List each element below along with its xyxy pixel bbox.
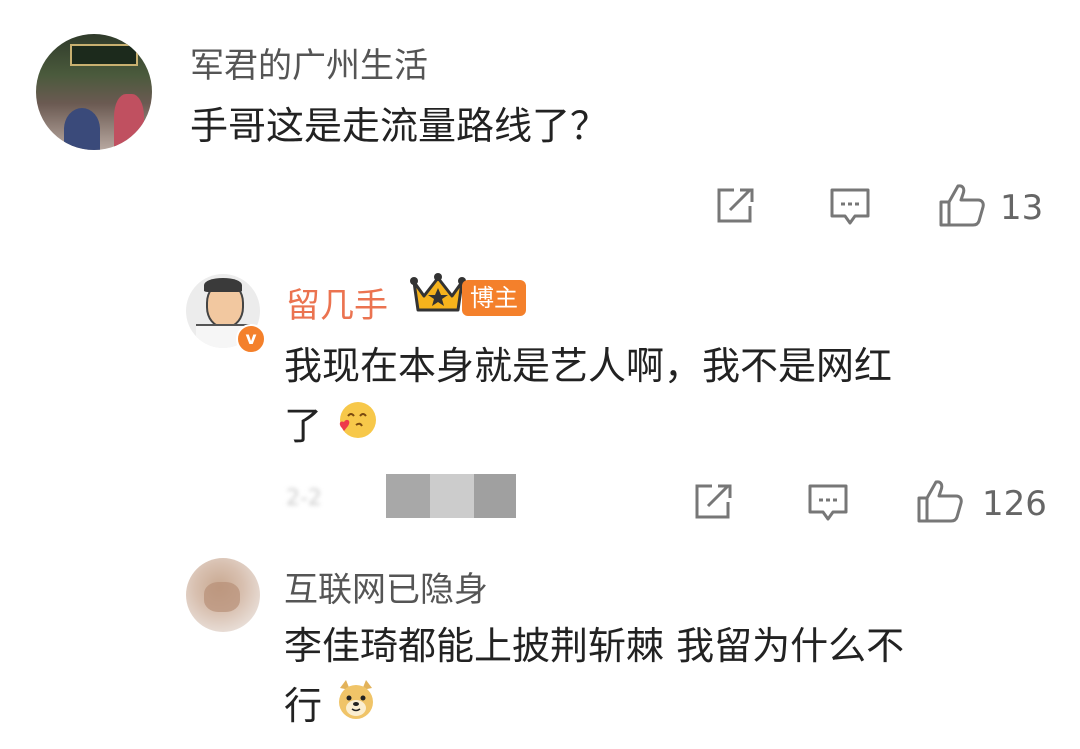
mosaic-block: [386, 474, 430, 518]
share-icon[interactable]: [692, 482, 734, 522]
mosaic-block: [474, 474, 516, 518]
comment-text: 我现在本身就是艺人啊，我不是网红: [284, 344, 893, 388]
avatar-person: [114, 94, 144, 150]
mosaic-block: [430, 474, 474, 518]
comment-username[interactable]: 军君的广州生活: [190, 38, 428, 87]
blogger-badge: 博主: [462, 280, 526, 316]
crown-icon: [410, 272, 466, 314]
comment-text: 李佳琦都能上披荆斩棘 我留为什么不: [284, 624, 905, 668]
comment-icon[interactable]: [828, 186, 872, 228]
avatar-figure: [204, 582, 240, 612]
comment-username[interactable]: 互联网已隐身: [284, 562, 488, 611]
comment-username[interactable]: 留几手: [286, 278, 388, 327]
verified-icon: v: [236, 324, 266, 354]
like-count: 126: [982, 484, 1047, 524]
kiss-face-emoji: [334, 398, 378, 459]
comment-text: 了: [284, 404, 323, 448]
comment-text: 手哥这是走流量路线了？: [190, 104, 609, 148]
timestamp-blurred: 2-2: [286, 486, 322, 510]
avatar-sign: [70, 44, 138, 66]
doge-emoji: [334, 678, 378, 739]
avatar-hidden-user[interactable]: [186, 558, 260, 632]
comment-text-line2: 了: [284, 396, 378, 459]
like-icon[interactable]: [916, 478, 964, 524]
like-count: 13: [1000, 188, 1044, 228]
comment-text-line2: 行: [284, 676, 378, 739]
share-icon[interactable]: [714, 186, 756, 226]
avatar-person: [64, 108, 100, 150]
comment-text: 行: [284, 684, 323, 728]
like-icon[interactable]: [938, 182, 986, 228]
avatar-hair: [204, 278, 242, 292]
comment-icon[interactable]: [806, 482, 850, 524]
avatar-junjun[interactable]: [36, 34, 152, 150]
